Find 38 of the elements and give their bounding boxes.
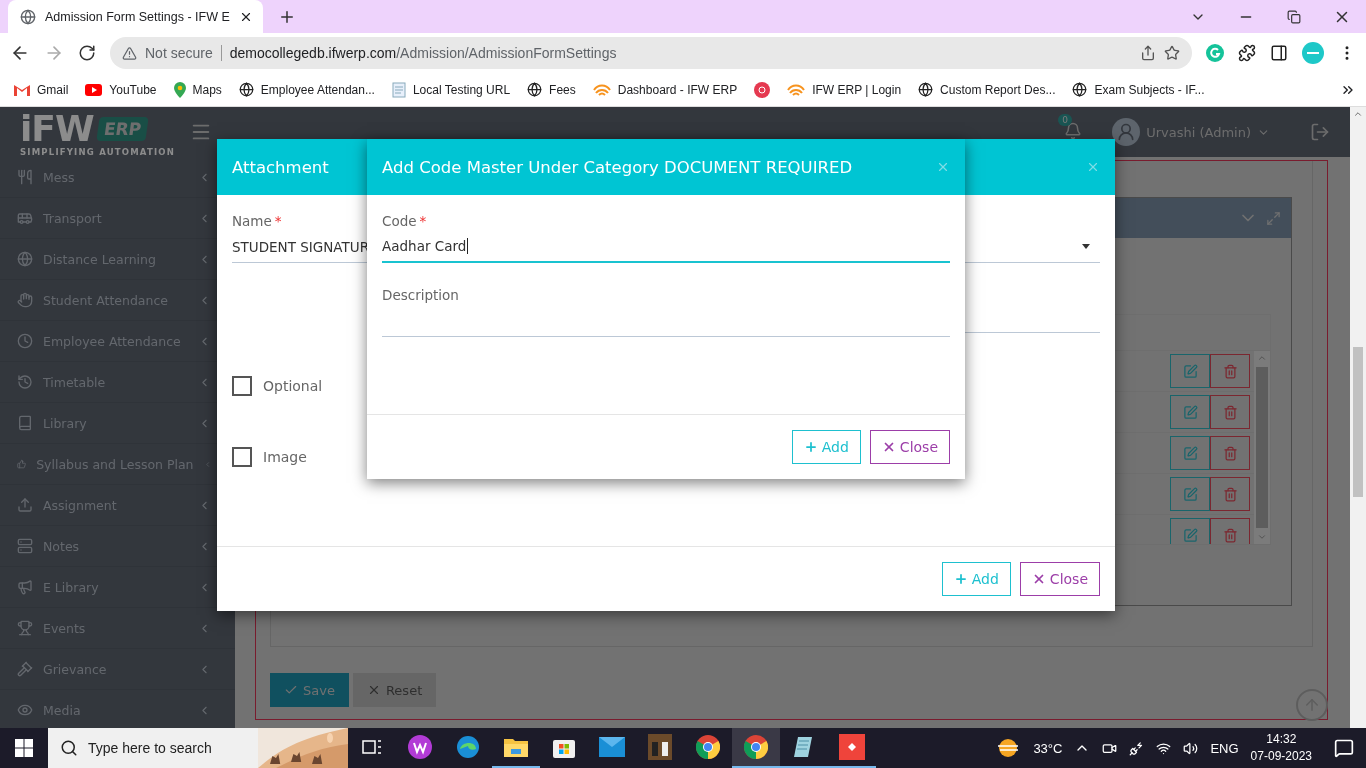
add-button[interactable]: Add [791, 430, 861, 464]
tab-title: Admission Form Settings - IFW E [45, 9, 230, 24]
bookmark[interactable]: Employee Attendan... [238, 82, 375, 97]
language[interactable]: ENG [1210, 740, 1239, 756]
bookmark[interactable]: Dashboard - IFW ERP [592, 82, 738, 97]
save-button[interactable]: Save [270, 673, 349, 707]
bookmark[interactable]: Custom Report Des... [918, 82, 1056, 97]
temperature: 33°C [1033, 740, 1063, 756]
bookmark[interactable]: Local Testing URL [391, 81, 511, 98]
search-field[interactable]: Type here to search [48, 728, 348, 768]
close-button[interactable]: Close [869, 430, 950, 464]
logo-badge: ERP [95, 117, 149, 141]
dialog-title: Add Code Master Under Category DOCUMENT REQUIRED [382, 157, 853, 177]
add-button[interactable]: Add [941, 562, 1011, 596]
bookmark[interactable]: Exam Subjects - IF... [1072, 82, 1205, 97]
url-text: democollegedb.ifwerp.com/Admission/AdmissionFormSettings [229, 45, 617, 61]
field-label: Code * [382, 213, 427, 231]
logo-tagline: SIMPLIFYING AUTOMATION [20, 147, 177, 157]
bookmark[interactable]: Fees [527, 82, 576, 97]
field-label: Name * [232, 213, 282, 231]
bookmark[interactable]: Gmail [14, 82, 69, 97]
text-field[interactable]: Aadhar Card [382, 231, 950, 263]
logo-text: iFW [20, 111, 94, 147]
bookmark[interactable]: YouTube [85, 82, 157, 97]
notification-count: 0 [1058, 113, 1072, 126]
security-label: Not secure [145, 45, 222, 61]
address-bar[interactable]: Not secure democollegedb.ifwerp.com/Admission/AdmissionFormSettings [110, 37, 1192, 69]
checkbox-label: Image [263, 449, 307, 465]
bookmark[interactable]: Maps [173, 81, 222, 98]
field-label: Description [382, 287, 459, 305]
clock[interactable]: 14:32 07-09-2023 [1250, 731, 1312, 765]
user-name[interactable]: Urvashi (Admin) [1146, 124, 1251, 140]
dialog-title: Attachment [232, 157, 329, 177]
bookmark[interactable]: IFW ERP | Login [787, 82, 902, 97]
reset-button[interactable]: Reset [352, 673, 437, 707]
browser-tab[interactable]: Admission Form Settings - IFW E [8, 0, 263, 33]
checkbox-label: Optional [263, 378, 323, 394]
close-button[interactable]: Close [1019, 562, 1100, 596]
